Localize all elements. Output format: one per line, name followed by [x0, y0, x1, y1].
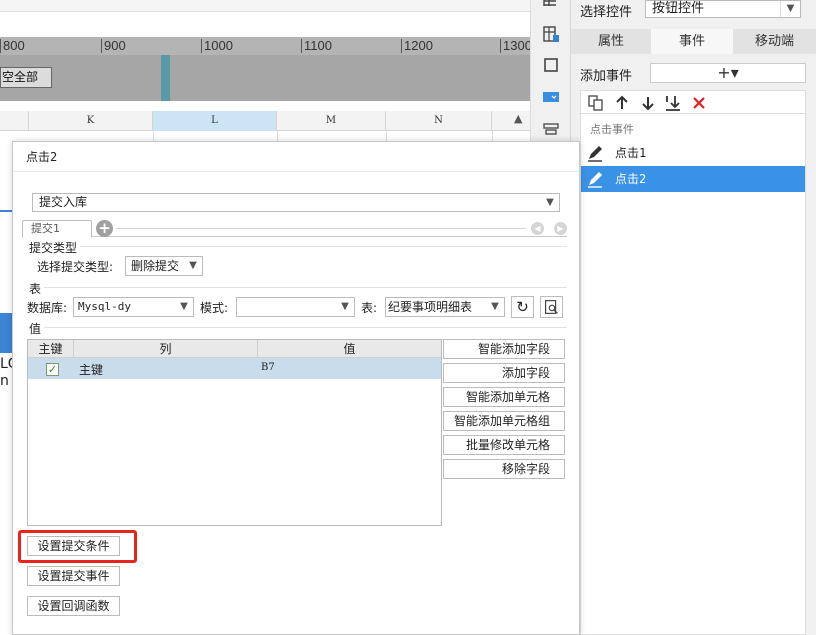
clear-all-button[interactable]: 空全部 [0, 67, 52, 88]
column-header-n[interactable]: N [386, 111, 492, 131]
column-header-row: K L M N [0, 111, 530, 131]
add-event-button[interactable]: +▾ [650, 63, 806, 83]
ruler-tick: 1300 [500, 39, 530, 53]
tab-submit-1[interactable]: 提交1 [22, 220, 92, 238]
value-table-header: 主键 列 值 [28, 340, 441, 358]
tab-prev-icon[interactable]: ◀ [531, 222, 544, 235]
table-label: 表: [361, 301, 378, 315]
chevron-down-icon[interactable]: ▼ [780, 1, 800, 17]
row-value-cell: B7 [261, 362, 275, 373]
tab-mobile[interactable]: 移动端 [733, 29, 816, 54]
add-field-button[interactable]: 添加字段 [443, 363, 565, 383]
ruler-tick: 800 [0, 39, 25, 53]
divider [44, 287, 567, 288]
ruler-cursor-marker[interactable] [161, 55, 170, 101]
dropdown-widget-icon[interactable] [540, 86, 562, 108]
dialog-title: 点击2 [26, 150, 58, 164]
section-value: 值 [29, 322, 42, 336]
event-group-label: 点击事件 [590, 123, 634, 136]
set-submit-event-button[interactable]: 设置提交事件 [27, 566, 120, 586]
cell-selection-edge [0, 210, 12, 212]
tab-properties[interactable]: 属性 [571, 29, 651, 54]
copy-icon[interactable] [586, 93, 606, 113]
ruler-tick: 900 [101, 39, 126, 53]
event-list [580, 114, 806, 635]
chevron-down-icon[interactable]: ▼ [336, 298, 354, 316]
chevron-down-icon[interactable]: ▼ [175, 298, 193, 316]
ruler: 800 900 1000 1100 1200 1300 [0, 37, 530, 55]
chevron-down-icon[interactable]: ▼ [184, 257, 202, 275]
cell-selection-edge [0, 313, 12, 353]
submit-type-dropdown[interactable]: 提交入库 [32, 193, 560, 212]
edit-icon [588, 172, 602, 188]
table-icon[interactable] [540, 0, 562, 16]
database-label: 数据库: [27, 301, 68, 315]
ruler-tick: 1000 [201, 39, 233, 53]
smart-add-field-button[interactable]: 智能添加字段 [443, 339, 565, 359]
ruler-tick: 1100 [301, 39, 332, 53]
column-header-empty [0, 111, 29, 131]
select-control-label: 选择控件 [580, 5, 633, 20]
event-item[interactable]: 点击1 [581, 140, 805, 166]
list-widget-icon[interactable] [540, 118, 562, 140]
tab-next-icon[interactable]: ▶ [554, 222, 567, 235]
refresh-icon[interactable]: ↻ [511, 296, 534, 318]
remove-field-button[interactable]: 移除字段 [443, 459, 565, 479]
batch-edit-cells-button[interactable]: 批量修改单元格 [443, 435, 565, 455]
panel-tabs: 属性 事件 移动端 [571, 29, 816, 54]
chevron-down-icon[interactable]: ▼ [541, 194, 559, 211]
ruler-area [0, 55, 530, 101]
move-down-icon[interactable] [638, 93, 658, 113]
column-header-value: 值 [343, 342, 356, 356]
chevron-down-icon[interactable]: ▼ [486, 298, 504, 316]
scroll-up-icon[interactable]: ▲ [514, 112, 522, 125]
column-header-column: 列 [74, 340, 258, 358]
section-submit-type: 提交类型 [29, 241, 78, 255]
set-callback-function-button[interactable]: 设置回调函数 [27, 596, 120, 616]
column-header-m[interactable]: M [277, 111, 386, 131]
edit-icon [588, 146, 602, 162]
move-bottom-icon[interactable] [663, 93, 683, 113]
section-table: 表 [29, 282, 42, 296]
move-up-icon[interactable] [612, 93, 632, 113]
column-header-primary-key: 主键 [28, 340, 74, 358]
add-tab-icon[interactable]: + [96, 220, 113, 237]
column-header-k[interactable]: K [29, 111, 153, 131]
preview-icon[interactable] [540, 296, 563, 318]
row-column-cell: 主键 [79, 363, 104, 377]
frame-icon[interactable] [540, 54, 562, 76]
event-item-label: 点击2 [615, 172, 647, 186]
event-toolbar [580, 90, 806, 114]
smart-add-cell-button[interactable]: 智能添加单元格 [443, 387, 565, 407]
ruler-tick: 1200 [401, 39, 433, 53]
divider [13, 171, 579, 172]
sheet-top-strip [0, 0, 530, 12]
tab-events[interactable]: 事件 [651, 29, 733, 54]
delete-icon[interactable] [689, 93, 709, 113]
divider [116, 228, 526, 229]
select-submit-type-label: 选择提交类型: [37, 260, 114, 274]
mode-label: 模式: [200, 301, 229, 315]
divider [80, 246, 567, 247]
event-item-label: 点击1 [615, 146, 647, 160]
column-header-l[interactable]: L [153, 111, 277, 131]
primary-key-checkbox[interactable]: ✓ [46, 363, 59, 376]
add-event-label: 添加事件 [580, 69, 633, 84]
divider [44, 327, 567, 328]
highlight-box [18, 530, 137, 563]
event-item-selected[interactable]: 点击2 [581, 166, 805, 192]
chart-table-icon[interactable] [540, 24, 562, 46]
select-control-dropdown[interactable]: 按钮控件 [645, 0, 801, 18]
smart-add-cell-group-button[interactable]: 智能添加单元格组 [443, 411, 565, 431]
